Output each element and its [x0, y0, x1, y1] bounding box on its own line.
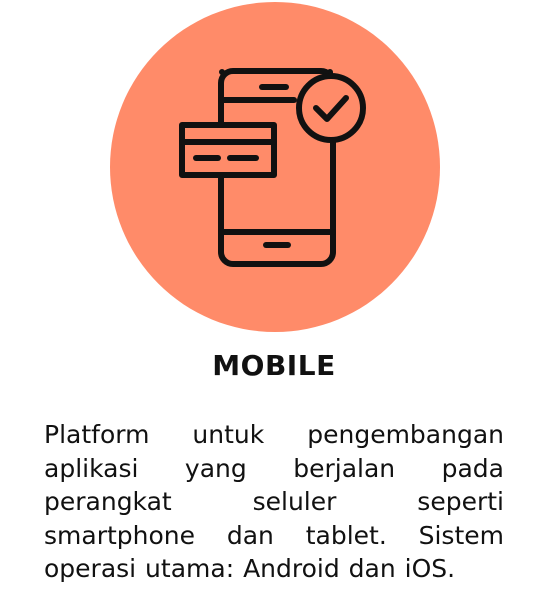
card-description: Platform untuk pengembangan aplikasi yan…: [44, 420, 504, 583]
check-circle: [296, 73, 366, 143]
smartphone-with-card-and-checkmark-icon: [179, 68, 366, 267]
icon-badge: [110, 2, 440, 332]
card-title: MOBILE: [212, 349, 336, 382]
card-shape: [179, 122, 277, 178]
